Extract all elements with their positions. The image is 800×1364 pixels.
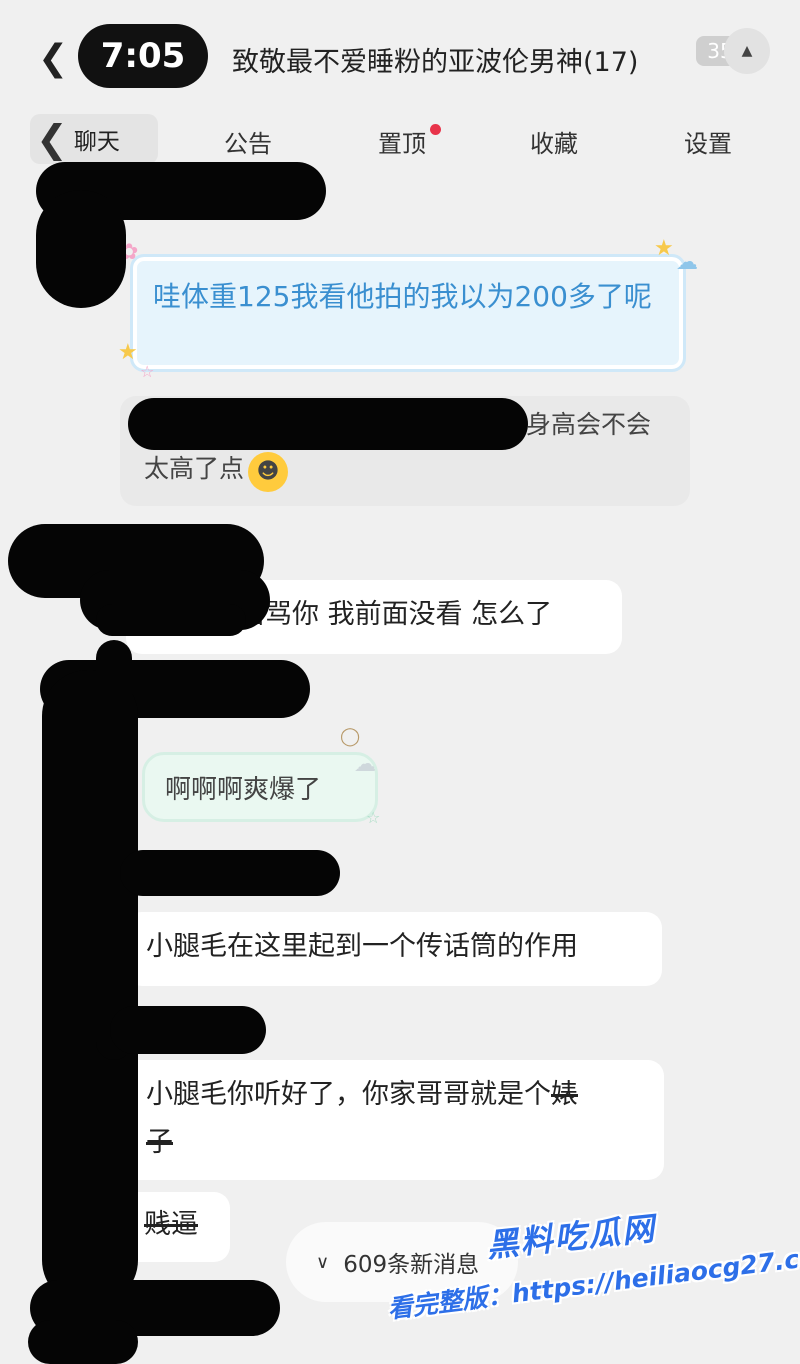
star-icon: ☆ xyxy=(366,808,381,827)
message-text: 身高会不会 xyxy=(526,410,652,439)
chevron-left-icon: ❮ xyxy=(36,117,68,161)
chat-back-button[interactable]: ❮ 聊天 xyxy=(30,114,158,164)
redaction-scribble xyxy=(120,850,340,896)
message-text: 啥骂你 我前面没看 怎么了 xyxy=(238,599,553,630)
redaction-scribble xyxy=(96,604,246,636)
chevron-down-icon: ∨ xyxy=(316,1251,330,1273)
message-text: 哇体重125我看他拍的我以为200多了呢 xyxy=(153,280,652,313)
status-bar: ❮ 39 7:05 致敬最不爱睡粉的亚波伦男神(17) 35 ▲ xyxy=(0,0,800,100)
star-icon: ★ xyxy=(118,340,138,365)
message-bubble[interactable]: 啊啊啊爽爆了 xyxy=(142,752,378,822)
struck-text: 贱逼 xyxy=(144,1209,198,1240)
struck-text: 婊 xyxy=(551,1079,578,1110)
message-bubble[interactable]: 哇体重125我看他拍的我以为200多了呢 xyxy=(130,254,686,372)
watermark-title: 黑料吃瓜网 xyxy=(484,1209,658,1265)
redaction-scribble xyxy=(110,1006,266,1054)
cloud-icon: ☁ xyxy=(676,250,698,275)
message-bubble[interactable]: 小腿毛你听好了，你家哥哥就是个婊 子 xyxy=(120,1060,664,1180)
tab-favorites[interactable]: 收藏 xyxy=(530,124,578,159)
redaction-scribble xyxy=(36,190,126,308)
tab-settings[interactable]: 设置 xyxy=(684,124,732,159)
tab-pinned[interactable]: 置顶 xyxy=(378,124,426,159)
tab-announcement[interactable]: 公告 xyxy=(224,124,272,159)
struck-text: 子 xyxy=(146,1127,173,1158)
wing-icon: ☁ xyxy=(354,752,376,777)
message-text: 小腿毛你听好了，你家哥哥就是个 xyxy=(146,1079,551,1110)
redaction-scribble xyxy=(128,398,528,450)
chat-back-label: 聊天 xyxy=(73,129,120,155)
message-text: 太高了点 xyxy=(144,454,245,483)
halo-icon: ◯ xyxy=(340,726,361,747)
pinned-red-dot xyxy=(430,124,441,135)
star-icon: ☆ xyxy=(140,362,155,381)
status-time: 7:05 xyxy=(78,24,208,88)
redaction-scribble xyxy=(28,1320,138,1364)
back-arrow-icon[interactable]: ❮ xyxy=(38,38,68,79)
message-text: 小腿毛在这里起到一个传话筒的作用 xyxy=(146,931,578,962)
more-menu-icon[interactable]: ▲ xyxy=(724,28,770,74)
group-title: 致敬最不爱睡粉的亚波伦男神(17) xyxy=(232,47,639,78)
message-bubble[interactable]: 小腿毛在这里起到一个传话筒的作用 xyxy=(126,912,662,986)
redaction-scribble xyxy=(96,640,132,1060)
emoji-icon: ☻ xyxy=(248,452,288,492)
star-icon: ★ xyxy=(654,236,674,261)
message-text: 啊啊啊爽爆了 xyxy=(165,774,322,805)
new-messages-label: 609条新消息 xyxy=(343,1252,480,1278)
